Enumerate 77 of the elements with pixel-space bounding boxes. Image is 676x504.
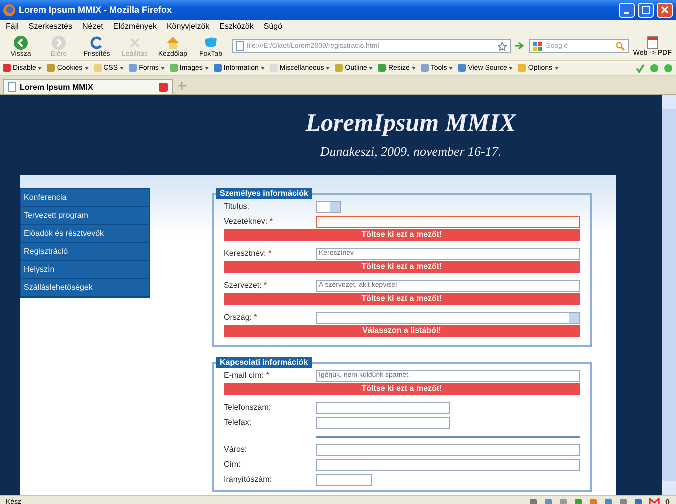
field-label: Vezetéknév: * [224, 217, 274, 226]
error-message: Töltse ki ezt a mezőt! [224, 383, 580, 395]
browser-tab[interactable]: Lorem Ipsum MMIX [3, 79, 173, 94]
input-field[interactable] [316, 474, 372, 486]
error-message: Válasszon a listából! [224, 325, 580, 337]
input-field[interactable] [316, 458, 580, 470]
dropdown-field[interactable] [316, 312, 580, 324]
field-label: Szervezet: * [224, 281, 268, 290]
square-icon [3, 64, 11, 72]
input-field[interactable] [316, 216, 580, 228]
page-icon [8, 82, 16, 92]
new-tab-icon[interactable] [176, 80, 188, 92]
section-legend: Kapcsolati információk [216, 357, 312, 368]
input-field[interactable] [316, 444, 580, 456]
sidebar-item[interactable]: Regisztráció [21, 243, 149, 261]
error-message: Töltse ki ezt a mezőt! [224, 229, 580, 241]
menu-item[interactable]: Könyvjelzők [166, 22, 210, 30]
menu-item[interactable]: Előzmények [113, 22, 157, 30]
page-subtitle: Dunakeszi, 2009. november 16-17. [320, 144, 502, 160]
scrollbar[interactable] [662, 95, 676, 495]
reload-icon [89, 34, 105, 50]
status-circle-icon [664, 64, 673, 72]
go-arrow-icon[interactable] [515, 42, 526, 50]
menu-item[interactable]: Szerkesztés [28, 22, 72, 30]
maximize-icon [642, 6, 650, 14]
dropdown-field[interactable] [316, 200, 341, 212]
sidebar-item[interactable]: Előadók és résztvevők [21, 225, 149, 243]
field-label: Ország: * [224, 313, 258, 322]
square-icon [378, 64, 386, 72]
menu-item[interactable]: Nézet [82, 22, 104, 30]
sidebar-item[interactable]: Tervezett program [21, 207, 149, 225]
square-icon [214, 64, 222, 72]
square-icon [458, 64, 466, 72]
colored-squares-icon[interactable] [533, 42, 542, 50]
search-icon[interactable] [616, 42, 626, 50]
input-field[interactable] [316, 416, 450, 428]
globe-icon [3, 4, 16, 16]
close-icon [661, 6, 669, 14]
field-label: Telefonszám: [224, 403, 272, 412]
square-icon [518, 64, 526, 72]
section-legend: Személyes információk [216, 188, 312, 199]
field-label: Cím: [224, 460, 242, 469]
menu-item[interactable]: Súgó [264, 22, 283, 30]
sidebar-item[interactable]: Konferencia [21, 189, 149, 207]
minimize-button[interactable] [619, 2, 635, 18]
field-label: E-mail cím: * [224, 371, 270, 380]
document-icon [646, 36, 660, 50]
field-label: Keresztnév: * [224, 249, 273, 258]
square-icon [47, 64, 56, 72]
square-icon [94, 64, 102, 72]
sidebar-item[interactable]: Szálláslehetőségek [21, 279, 149, 297]
tab-close-icon[interactable] [159, 82, 168, 92]
page-title: LoremIpsum MMIX [306, 110, 516, 138]
menu-item[interactable]: Fájl [6, 22, 19, 30]
check-icon [636, 64, 645, 72]
square-icon [335, 64, 344, 72]
sidebar-item[interactable]: Helyszín [21, 261, 149, 279]
field-label: Irányítószám: [224, 475, 274, 484]
house-icon [165, 34, 181, 50]
field-label: Telefax: [224, 418, 253, 427]
field-label: Város: [224, 445, 248, 454]
input-field[interactable] [316, 402, 450, 414]
star-icon[interactable] [498, 42, 508, 50]
mail-icon[interactable] [648, 498, 660, 504]
page-icon [236, 41, 244, 51]
menu-item[interactable]: Eszközök [220, 22, 254, 30]
square-icon [420, 64, 429, 72]
maximize-button[interactable] [638, 2, 654, 18]
error-message: Töltse ki ezt a mezőt! [224, 293, 580, 305]
tile-icon [203, 34, 219, 50]
window-title: Lorem Ipsum MMIX - Mozilla Firefox [19, 5, 174, 15]
status-circle-icon [650, 64, 659, 72]
square-icon [170, 64, 178, 72]
error-message: Töltse ki ezt a mezőt! [224, 261, 580, 273]
square-icon [129, 64, 138, 72]
field-label: Titulus: [224, 202, 250, 211]
close-button[interactable] [657, 2, 673, 18]
